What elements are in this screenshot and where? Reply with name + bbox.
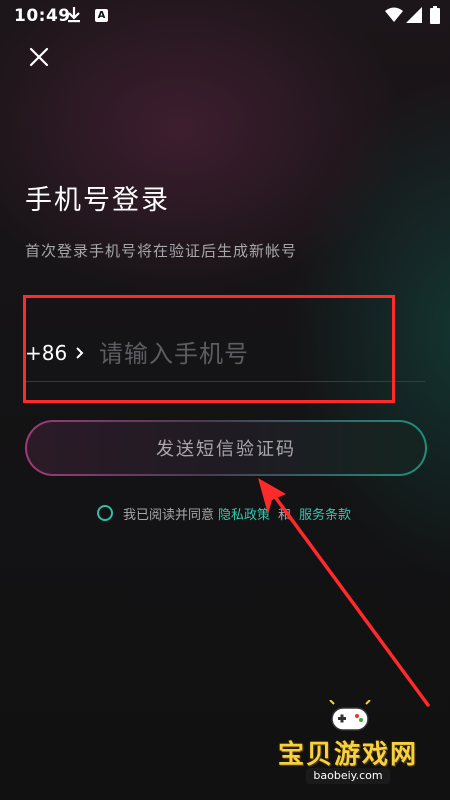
terms-of-service-link[interactable]: 服务条款 [299,504,351,523]
agreement-checkbox[interactable] [97,505,113,521]
gamepad-icon [329,700,371,731]
send-code-label: 发送短信验证码 [156,439,296,460]
watermark-url: baobeiy.com [306,768,390,784]
status-time: 10:49 [14,6,71,26]
signal-icon [406,7,422,27]
send-code-button[interactable]: 发送短信验证码 [25,420,427,476]
input-underline [25,381,425,382]
battery-icon [430,6,440,28]
privacy-policy-link[interactable]: 隐私政策 [218,504,270,523]
page-subtitle: 首次登录手机号将在验证后生成新帐号 [25,242,298,260]
phone-number-input[interactable] [97,333,421,375]
country-code-selector[interactable]: +86 [25,341,85,365]
close-button[interactable] [22,40,56,74]
country-code-label: +86 [25,341,68,365]
watermark-logo: 宝贝游戏网 baobeiy.com [268,700,428,790]
agreement-and: 和 [278,507,292,523]
background [0,0,450,800]
notification-a-icon: A [95,9,108,22]
page-title: 手机号登录 [25,185,170,216]
status-bar: 10:49 A [0,0,450,32]
agreement-row: 我已阅读并同意 隐私政策 和 服务条款 [97,502,351,524]
watermark-brand: 宝贝游戏网 [277,740,418,770]
close-icon [29,47,49,67]
wifi-icon [385,7,403,27]
download-icon [66,6,82,28]
agreement-prefix: 我已阅读并同意 [123,507,215,523]
chevron-right-icon [76,347,84,359]
phone-input-row: +86 [25,325,425,382]
